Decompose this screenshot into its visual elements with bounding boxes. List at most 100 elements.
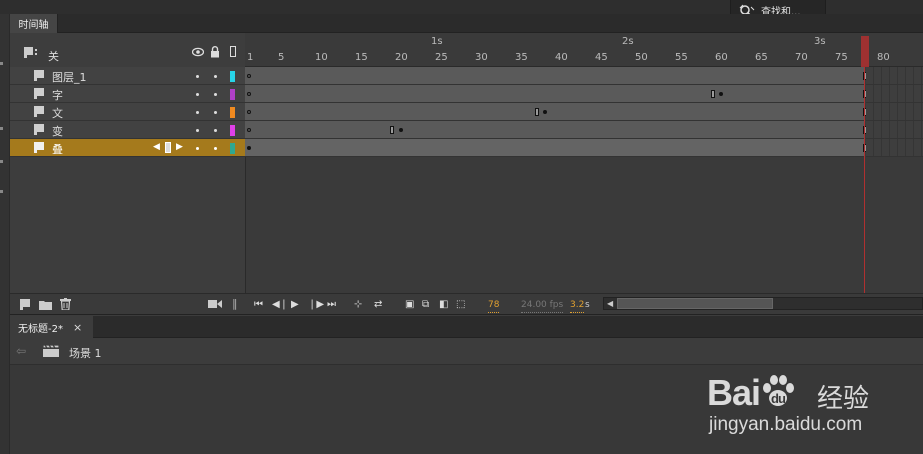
lock-dot[interactable] — [214, 147, 217, 150]
modify-onion-markers-icon[interactable]: ⬚ — [456, 298, 465, 312]
step-forward-icon[interactable]: ❘▶ — [308, 298, 324, 312]
playhead[interactable] — [861, 36, 869, 67]
frame-track[interactable] — [245, 103, 867, 121]
scroll-left-icon[interactable]: ◀ — [607, 299, 613, 308]
center-frame-icon[interactable]: ⊹ — [354, 298, 362, 312]
tab-timeline[interactable]: 时间轴 — [10, 14, 58, 33]
frame-number: 70 — [795, 52, 808, 63]
watermark-url: jingyan.baidu.com — [709, 414, 863, 435]
empty-frames[interactable] — [866, 139, 923, 157]
layer-color-swatch[interactable] — [230, 71, 235, 82]
frame-number: 55 — [675, 52, 688, 63]
empty-frames[interactable] — [866, 67, 923, 85]
layer-icon — [34, 142, 44, 153]
layer-color-swatch[interactable] — [230, 143, 235, 154]
strip-marker — [0, 127, 3, 130]
scene-label[interactable]: 场景 1 — [69, 345, 102, 361]
tab-document[interactable]: 无标题-2* × — [10, 316, 93, 338]
frame-end-marker[interactable] — [711, 90, 715, 98]
frame-number: 75 — [835, 52, 848, 63]
visibility-dot[interactable] — [196, 93, 199, 96]
delete-layer-icon[interactable] — [60, 298, 71, 313]
layer-color-swatch[interactable] — [230, 107, 235, 118]
keyframe[interactable] — [543, 110, 547, 114]
frame-number: 50 — [635, 52, 648, 63]
visibility-dot[interactable] — [196, 129, 199, 132]
blank-keyframe[interactable] — [247, 92, 251, 96]
visibility-dot[interactable] — [196, 147, 199, 150]
tab-timeline-label: 时间轴 — [18, 20, 49, 31]
close-icon[interactable]: × — [73, 321, 82, 334]
keyframe[interactable] — [719, 92, 723, 96]
frame-number: 40 — [555, 52, 568, 63]
visibility-dot[interactable] — [196, 75, 199, 78]
current-frame-value[interactable]: 78 — [488, 298, 500, 313]
new-layer-icon[interactable] — [20, 299, 32, 313]
lock-dot[interactable] — [214, 75, 217, 78]
onion-skin-outlines-icon[interactable]: ⧉ — [422, 298, 429, 312]
layer-row-selected[interactable]: 叠 ◀ ▶ — [10, 139, 245, 157]
blank-keyframe[interactable] — [247, 128, 251, 132]
empty-frames[interactable] — [866, 85, 923, 103]
layer-row[interactable]: 图层_1 — [10, 67, 245, 85]
layer-row[interactable]: 字 — [10, 85, 245, 103]
next-keyframe-icon[interactable]: ▶ — [176, 142, 183, 152]
go-to-first-frame-icon[interactable]: ⏮ — [254, 298, 263, 312]
show-hide-all-icon[interactable] — [191, 47, 205, 60]
frame-end-marker[interactable] — [535, 108, 539, 116]
frame-number: 35 — [515, 52, 528, 63]
keyframe[interactable] — [399, 128, 403, 132]
layer-color-swatch[interactable] — [230, 125, 235, 136]
frame-rate-value[interactable]: 24.00 fps — [521, 298, 564, 313]
flash-ide-window: 查找和... 时间轴 关 图层_1 字 文 变 叠 ◀ ▶ 1s 2s 3s 1… — [0, 0, 923, 454]
frame-track[interactable] — [245, 121, 867, 139]
elapsed-time-value[interactable]: 3.2 — [570, 298, 585, 313]
edit-bar: ⇦ 场景 1 — [10, 338, 923, 365]
frame-ruler[interactable]: 1 5 10 15 20 25 30 35 40 45 50 55 60 65 … — [245, 49, 923, 67]
frame-track-selected[interactable] — [245, 139, 867, 157]
frame-number: 15 — [355, 52, 368, 63]
empty-frames[interactable] — [866, 103, 923, 121]
watermark-brand-b: du — [771, 391, 786, 406]
time-ruler-seconds[interactable]: 1s 2s 3s — [245, 33, 923, 49]
frame-end-marker[interactable] — [390, 126, 394, 134]
layer-name: 字 — [52, 89, 63, 102]
layer-color-swatch[interactable] — [230, 89, 235, 100]
frame-number: 65 — [755, 52, 768, 63]
left-tool-strip — [0, 14, 10, 454]
empty-frames[interactable] — [866, 121, 923, 139]
scrollbar-thumb[interactable] — [617, 298, 773, 309]
layer-name: 图层_1 — [52, 71, 87, 84]
frame-number: 1 — [247, 52, 254, 63]
visibility-dot[interactable] — [196, 111, 199, 114]
frame-track[interactable] — [245, 85, 867, 103]
go-to-last-frame-icon[interactable]: ⏭ — [327, 298, 336, 312]
ruler-second-label: 3s — [814, 36, 826, 47]
camera-icon[interactable] — [208, 299, 222, 312]
layer-folder-icon[interactable] — [24, 47, 38, 61]
loop-icon[interactable]: ⇄ — [374, 298, 382, 312]
strip-marker — [0, 190, 3, 193]
tab-document-label: 无标题-2* — [18, 323, 63, 335]
onion-skin-icon[interactable]: ▣ — [405, 298, 414, 312]
prev-keyframe-icon[interactable]: ◀ — [153, 142, 160, 152]
lock-dot[interactable] — [214, 129, 217, 132]
step-back-icon[interactable]: ◀❘ — [272, 298, 288, 312]
layer-panel-header: 关 — [10, 33, 245, 67]
add-keyframe-icon[interactable] — [165, 142, 171, 153]
edit-multiple-frames-icon[interactable]: ◧ — [439, 298, 448, 312]
frame-track[interactable] — [245, 67, 867, 85]
layer-name: 叠 — [52, 143, 63, 156]
layer-row[interactable]: 文 — [10, 103, 245, 121]
back-arrow-icon[interactable]: ⇦ — [16, 344, 26, 358]
outline-all-icon[interactable] — [230, 46, 236, 57]
lock-dot[interactable] — [214, 111, 217, 114]
blank-keyframe[interactable] — [247, 110, 251, 114]
layer-row[interactable]: 变 — [10, 121, 245, 139]
lock-all-icon[interactable] — [210, 46, 220, 61]
keyframe[interactable] — [247, 146, 251, 150]
blank-keyframe[interactable] — [247, 74, 251, 78]
lock-dot[interactable] — [214, 93, 217, 96]
play-icon[interactable]: ▶ — [291, 298, 299, 312]
new-folder-icon[interactable] — [39, 299, 52, 313]
